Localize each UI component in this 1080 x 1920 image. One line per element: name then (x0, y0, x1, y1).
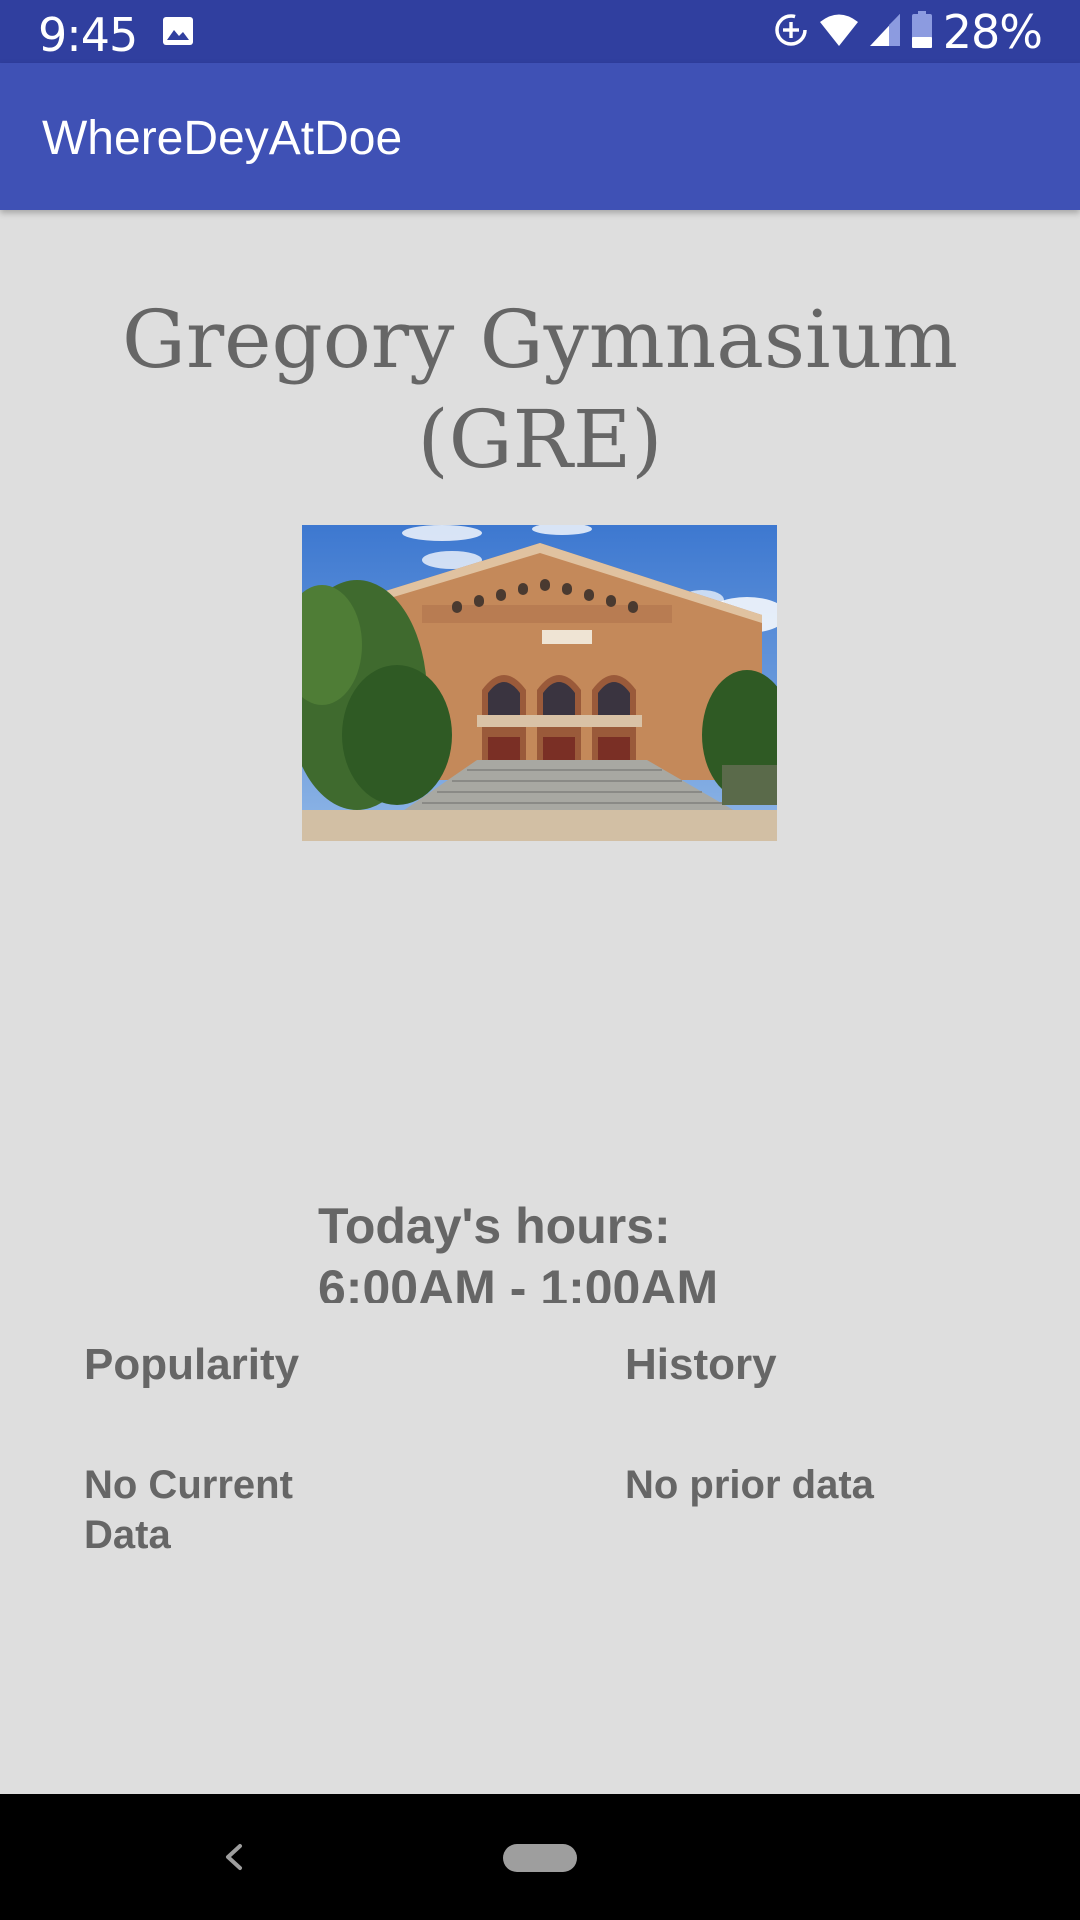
hours-value-clip: 6:00AM - 1:00AM (318, 1257, 918, 1303)
popularity-value-line2: Data (84, 1513, 171, 1557)
status-icons: 28% (773, 5, 1043, 59)
hours-label: Today's hours: (318, 1198, 671, 1254)
hours-value: 6:00AM - 1:00AM (318, 1260, 719, 1303)
status-bar: 9:45 28% (0, 0, 1080, 63)
popularity-value-line1: No Current (84, 1463, 293, 1507)
popularity-value: No Current Data (84, 1460, 293, 1560)
battery-percent: 28% (942, 5, 1043, 59)
history-label: History (625, 1340, 777, 1389)
popularity-label: Popularity (84, 1340, 300, 1389)
wifi-icon (819, 13, 859, 52)
building-photo (302, 525, 777, 841)
cell-signal-icon (869, 13, 901, 52)
place-title-line2: (GRE) (417, 393, 663, 486)
home-button[interactable] (503, 1844, 577, 1872)
data-saver-icon (773, 12, 809, 53)
place-title: Gregory Gymnasium (GRE) (0, 290, 1080, 490)
app-title: WhereDeyAtDoe (42, 112, 403, 165)
battery-icon (911, 10, 933, 54)
app-bar: WhereDeyAtDoe (0, 63, 1080, 210)
history-value: No prior data (625, 1463, 874, 1507)
status-time: 9:45 (38, 8, 138, 62)
place-title-line1: Gregory Gymnasium (122, 293, 958, 386)
navigation-bar (0, 1794, 1080, 1920)
image-icon (162, 16, 194, 46)
back-icon[interactable] (218, 1832, 248, 1882)
